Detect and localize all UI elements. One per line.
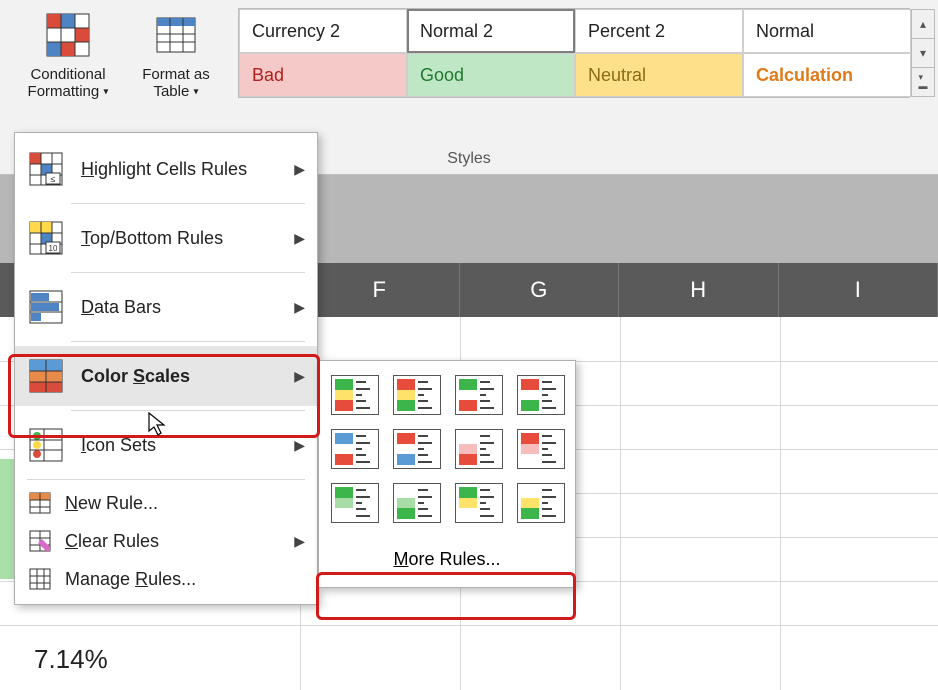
more-rules-item[interactable]: More Rules... [331, 537, 563, 581]
menu-label: New Rule... [65, 493, 158, 514]
gallery-scroll-up[interactable]: ▴ [912, 10, 934, 39]
style-gallery-item[interactable]: Bad [239, 53, 407, 97]
menu-clear-rules[interactable]: Clear Rules ▶ [15, 522, 317, 560]
column-header[interactable]: G [460, 263, 620, 317]
menu-label: Highlight Cells Rules [81, 159, 247, 180]
manage-rules-icon [29, 568, 51, 590]
format-as-table-icon [153, 12, 199, 58]
color-scale-swatch[interactable] [517, 429, 565, 469]
color-scales-icon [29, 359, 63, 393]
clear-rules-icon [29, 530, 51, 552]
format-as-table-button[interactable]: Format asTable ▾ [122, 8, 230, 116]
color-scales-flyout: More Rules... [318, 360, 576, 588]
style-gallery-item[interactable]: Currency 2 [239, 9, 407, 53]
menu-new-rule[interactable]: New Rule... [15, 484, 317, 522]
data-bars-icon [29, 290, 63, 324]
menu-highlight-cells-rules[interactable]: ≤ Highlight Cells Rules ▶ [15, 139, 317, 199]
svg-text:10: 10 [49, 244, 58, 253]
color-scale-swatch[interactable] [331, 429, 379, 469]
style-gallery-item[interactable]: Percent 2 [575, 9, 743, 53]
gallery-scroll: ▴ ▾ ▾▬ [911, 9, 935, 97]
submenu-arrow-icon: ▶ [294, 299, 305, 316]
highlight-cells-icon: ≤ [29, 152, 63, 186]
menu-top-bottom-rules[interactable]: 10 Top/Bottom Rules ▶ [15, 208, 317, 268]
menu-label: Data Bars [81, 297, 161, 318]
color-scale-swatch-grid [331, 375, 563, 523]
style-gallery-item[interactable]: Neutral [575, 53, 743, 97]
submenu-arrow-icon: ▶ [294, 368, 305, 385]
conditional-formatting-label-2: Formatting [28, 83, 100, 100]
format-as-table-label-1: Format as [142, 66, 210, 83]
submenu-arrow-icon: ▶ [294, 230, 305, 247]
gallery-scroll-down[interactable]: ▾ [912, 39, 934, 68]
format-as-table-label-2: Table [153, 83, 189, 100]
submenu-arrow-icon: ▶ [294, 161, 305, 178]
color-scale-swatch[interactable] [455, 429, 503, 469]
conditional-formatting-menu: ≤ Highlight Cells Rules ▶ 10 Top/Bottom … [14, 132, 318, 605]
column-header[interactable]: F [300, 263, 460, 317]
chevron-down-icon: ▾ [193, 87, 198, 98]
menu-label: Clear Rules [65, 531, 159, 552]
color-scale-swatch[interactable] [455, 375, 503, 415]
top-bottom-icon: 10 [29, 221, 63, 255]
menu-label: Top/Bottom Rules [81, 228, 223, 249]
style-gallery-item[interactable]: Good [407, 53, 575, 97]
color-scale-swatch[interactable] [331, 483, 379, 523]
menu-color-scales[interactable]: Color Scales ▶ [15, 346, 317, 406]
gallery-more-button[interactable]: ▾▬ [912, 68, 934, 96]
color-scale-swatch[interactable] [517, 375, 565, 415]
color-scale-swatch[interactable] [393, 375, 441, 415]
column-header[interactable]: H [619, 263, 779, 317]
conditional-formatting-button[interactable]: ConditionalFormatting ▾ [14, 8, 122, 116]
submenu-arrow-icon: ▶ [294, 533, 305, 550]
color-scale-swatch[interactable] [455, 483, 503, 523]
style-gallery-item[interactable]: Normal 2 [407, 9, 575, 53]
menu-label: Manage Rules... [65, 569, 196, 590]
menu-manage-rules[interactable]: Manage Rules... [15, 560, 317, 598]
menu-data-bars[interactable]: Data Bars ▶ [15, 277, 317, 337]
color-scale-swatch[interactable] [393, 483, 441, 523]
svg-text:≤: ≤ [51, 174, 56, 184]
menu-icon-sets[interactable]: Icon Sets ▶ [15, 415, 317, 475]
menu-label: Color Scales [81, 366, 190, 387]
style-gallery-item[interactable]: Normal [743, 9, 911, 53]
color-scale-swatch[interactable] [393, 429, 441, 469]
conditional-formatting-icon [45, 12, 91, 58]
submenu-arrow-icon: ▶ [294, 437, 305, 454]
chevron-down-icon: ▾ [103, 87, 108, 98]
color-scale-swatch[interactable] [517, 483, 565, 523]
color-scale-swatch[interactable] [331, 375, 379, 415]
style-gallery-item[interactable]: Calculation [743, 53, 911, 97]
menu-label: Icon Sets [81, 435, 156, 456]
column-header[interactable]: I [779, 263, 938, 317]
visible-cell-value: 7.14% [34, 644, 108, 675]
new-rule-icon [29, 492, 51, 514]
cell-styles-gallery[interactable]: Currency 2Normal 2Percent 2Normal BadGood… [238, 8, 910, 98]
icon-sets-icon [29, 428, 63, 462]
conditional-formatting-label-1: Conditional [30, 66, 105, 83]
